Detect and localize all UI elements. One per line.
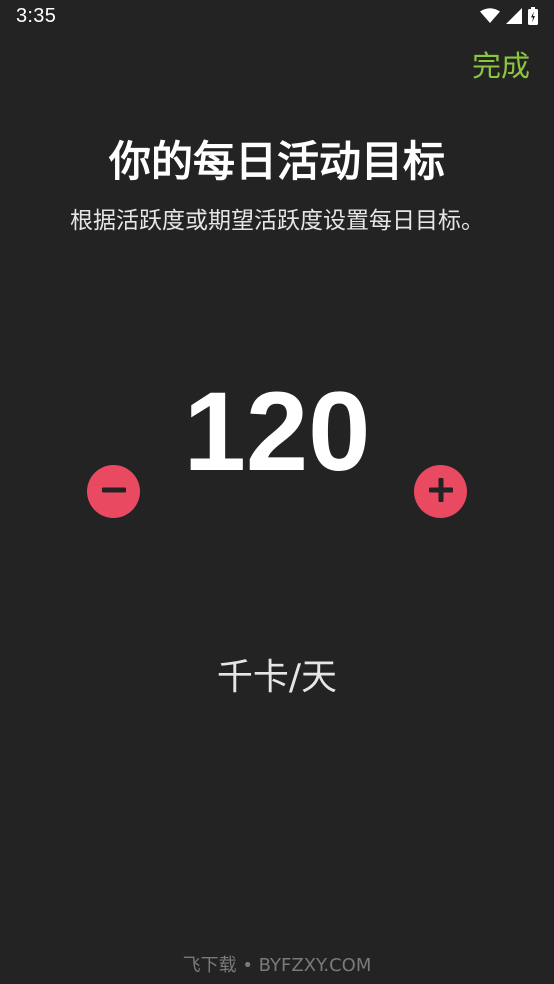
- minus-icon: [101, 477, 127, 506]
- done-button[interactable]: 完成: [472, 43, 530, 85]
- decrement-button[interactable]: [87, 465, 140, 518]
- status-icons: [480, 7, 538, 25]
- plus-icon: [428, 477, 454, 506]
- increment-button[interactable]: [414, 465, 467, 518]
- page-title: 你的每日活动目标: [108, 137, 445, 186]
- status-bar: 3:35: [0, 0, 554, 34]
- goal-unit: 千卡/天: [216, 657, 338, 698]
- battery-icon: [528, 7, 538, 25]
- cell-signal-icon: [506, 8, 522, 24]
- status-time: 3:35: [16, 5, 57, 27]
- page-subtitle: 根据活跃度或期望活跃度设置每日目标。: [70, 208, 484, 234]
- watermark: 飞下载 • BYFZXY.COM: [182, 955, 372, 976]
- wifi-icon: [480, 8, 500, 24]
- goal-value: 120: [183, 369, 371, 494]
